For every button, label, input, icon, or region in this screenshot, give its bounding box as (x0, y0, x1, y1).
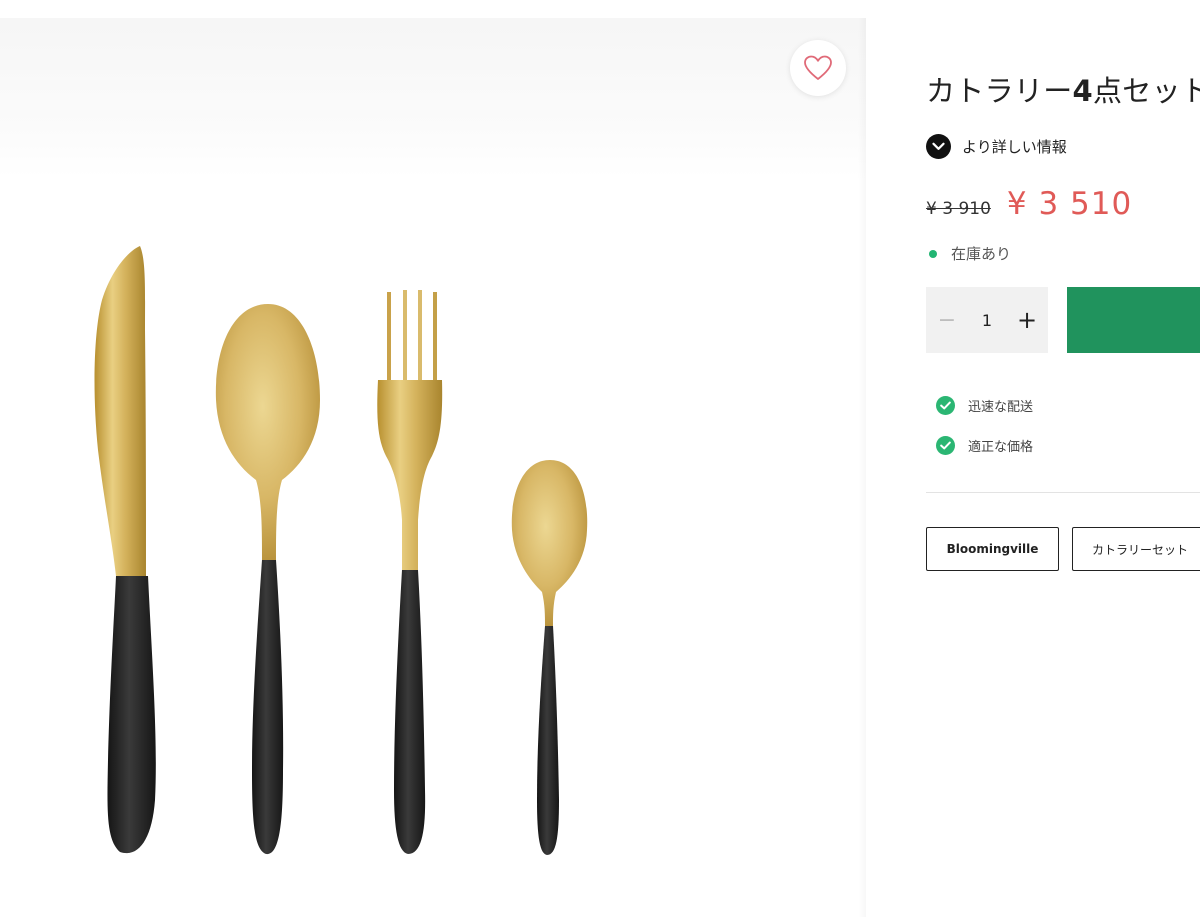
quantity-value[interactable]: 1 (972, 311, 1002, 330)
teaspoon (511, 460, 588, 855)
product-title: カトラリー4点セット (926, 74, 1200, 108)
sale-price: ¥ 3 510 (1006, 186, 1133, 222)
heart-icon (804, 55, 832, 80)
divider (926, 492, 1200, 493)
more-info-toggle[interactable]: より詳しい情報 (926, 134, 1067, 159)
tag-brand[interactable]: Bloomingville (926, 527, 1059, 571)
check-circle-icon (936, 395, 955, 415)
spoon (215, 304, 320, 855)
chevron-down-icon (926, 134, 951, 159)
product-page: カトラリー4点セット より詳しい情報 ¥ 3 910 ¥ 3 510 在庫あり … (0, 0, 1200, 917)
fork (377, 290, 443, 854)
perk-label: 適正な価格 (968, 439, 1034, 455)
perks-list: 迅速な配送 適正な価格 (936, 394, 1033, 474)
stock-status: 在庫あり (926, 243, 1011, 264)
tag-category[interactable]: カトラリーセット (1072, 527, 1200, 571)
wishlist-button[interactable] (790, 40, 846, 96)
status-dot (929, 249, 937, 258)
perk-item: 適正な価格 (936, 434, 1033, 456)
product-image (94, 246, 588, 855)
quantity-increase-button[interactable]: + (1016, 306, 1038, 334)
quantity-stepper: − 1 + (926, 287, 1048, 353)
tag-list: Bloomingville カトラリーセット (926, 527, 1200, 571)
perk-item: 迅速な配送 (936, 394, 1033, 416)
price-row: ¥ 3 910 ¥ 3 510 (926, 186, 1132, 222)
quantity-decrease-button[interactable]: − (936, 308, 958, 333)
stock-status-label: 在庫あり (951, 245, 1012, 263)
more-info-label: より詳しい情報 (962, 138, 1067, 156)
add-to-cart-button[interactable] (1067, 287, 1200, 353)
product-info-panel: カトラリー4点セット より詳しい情報 ¥ 3 910 ¥ 3 510 在庫あり … (866, 0, 1200, 917)
original-price: ¥ 3 910 (926, 199, 991, 219)
knife (94, 246, 156, 854)
check-circle-icon (936, 435, 955, 455)
perk-label: 迅速な配送 (968, 399, 1034, 415)
product-gallery (0, 18, 866, 917)
